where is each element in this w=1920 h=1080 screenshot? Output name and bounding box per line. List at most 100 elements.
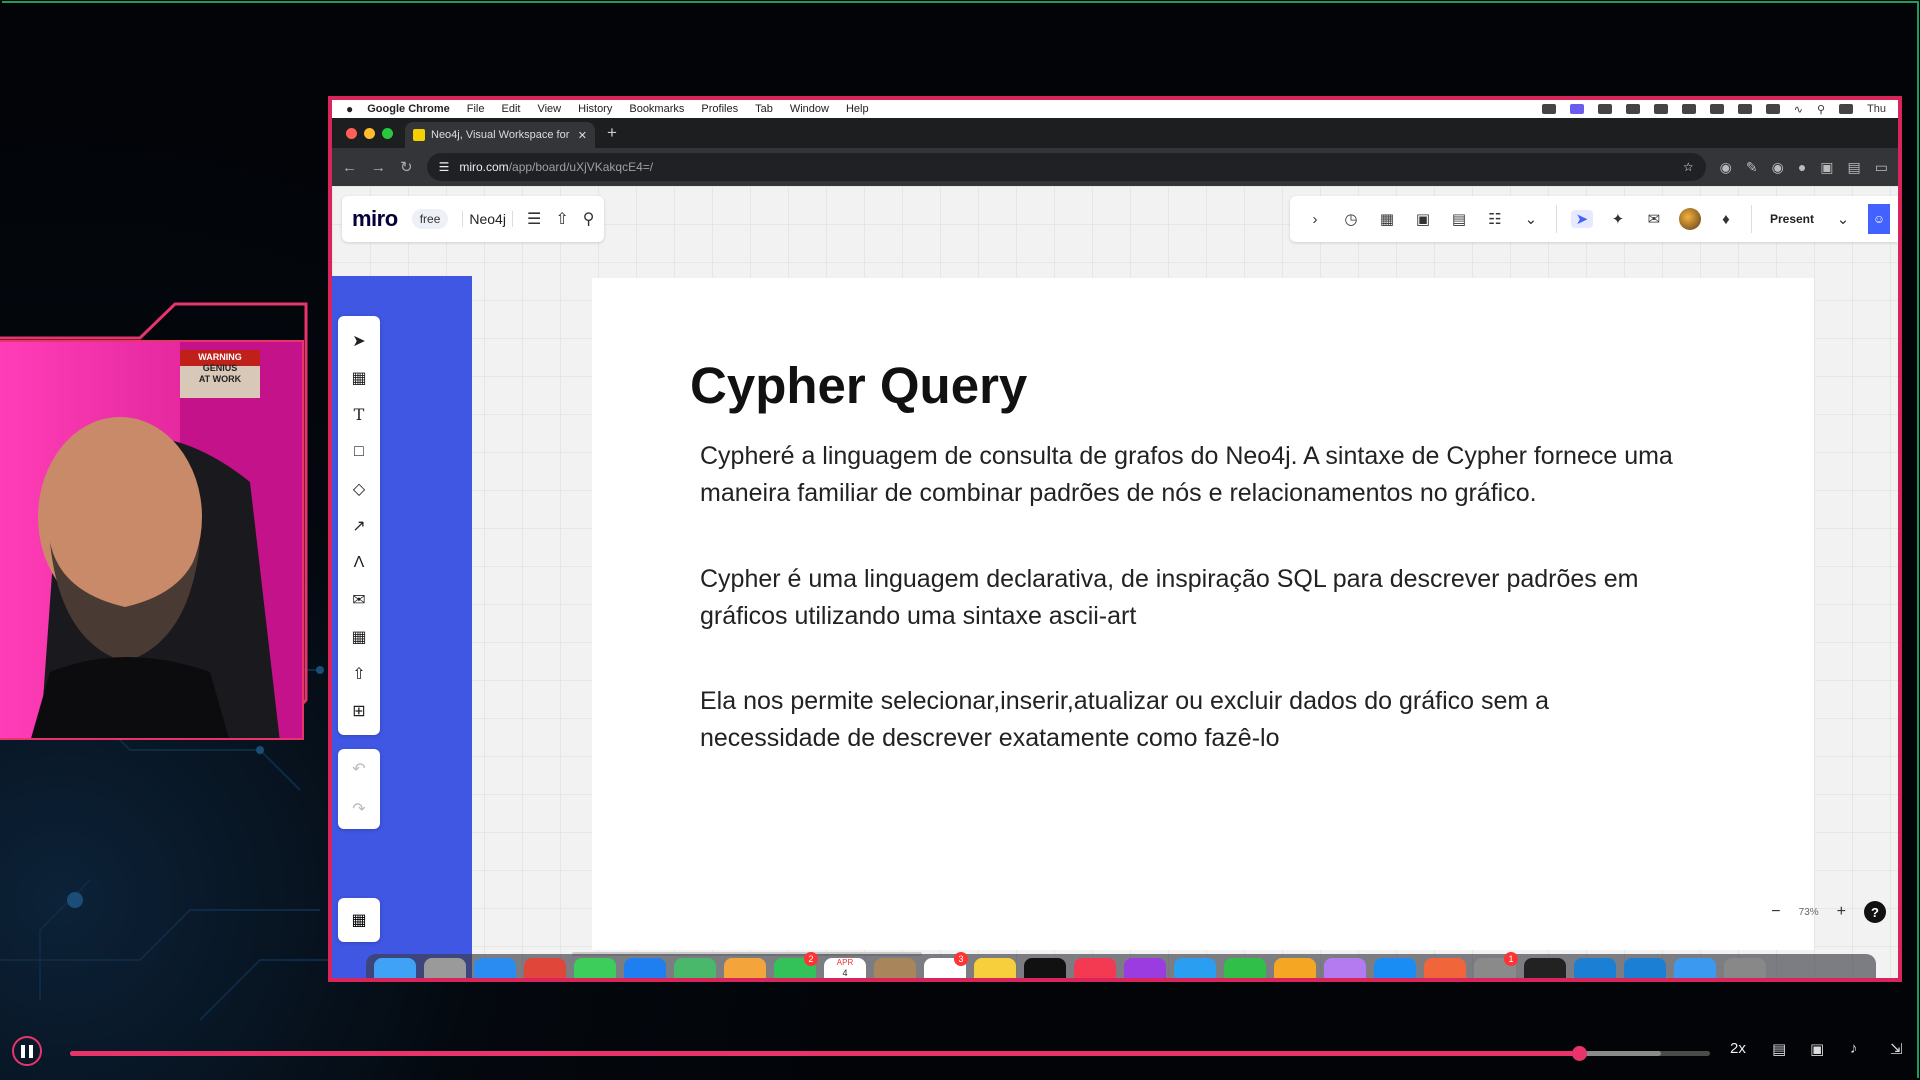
bell-icon[interactable]: ♦ — [1715, 211, 1737, 228]
downloads-folder-icon[interactable] — [1674, 958, 1716, 978]
keynote-icon[interactable] — [1174, 958, 1216, 978]
menu-history[interactable]: History — [578, 103, 612, 115]
status-icon[interactable] — [1681, 104, 1696, 114]
menu-bookmarks[interactable]: Bookmarks — [629, 103, 684, 115]
paragraph-2[interactable]: Cypher é uma linguagem declarativa, de i… — [700, 561, 1800, 635]
status-icon[interactable] — [1625, 104, 1640, 114]
zoom-out-icon[interactable]: − — [1771, 903, 1780, 921]
photos-icon[interactable] — [724, 958, 766, 978]
status-icon[interactable] — [1709, 104, 1724, 114]
slide-frame[interactable]: Cypher Query Cypheré a linguagem de cons… — [592, 278, 1814, 950]
comment-tool-icon[interactable]: ✉ — [343, 581, 375, 618]
forward-icon[interactable]: → — [371, 159, 386, 176]
frames-button[interactable]: ▦ — [338, 898, 380, 942]
apple-tv-icon[interactable] — [1024, 958, 1066, 978]
menubar-clock[interactable]: Thu — [1867, 103, 1886, 115]
site-info-icon[interactable]: ☰ — [439, 160, 450, 174]
puzzle-icon[interactable]: ▣ — [1820, 159, 1833, 176]
apple-icon[interactable]: ● — [346, 102, 353, 116]
menu-tab[interactable]: Tab — [755, 103, 773, 115]
slide-title[interactable]: Cypher Query — [690, 356, 1027, 415]
plan-badge[interactable]: free — [411, 209, 449, 229]
redo-icon[interactable]: ↷ — [352, 799, 365, 819]
vscode-insiders-icon[interactable] — [1624, 958, 1666, 978]
numbers-icon[interactable] — [1224, 958, 1266, 978]
card-icon[interactable]: ▤ — [1448, 210, 1470, 228]
shapes-icon[interactable]: ◇ — [343, 470, 375, 507]
side-panel-icon[interactable]: ▭ — [1875, 159, 1888, 176]
extension-icon[interactable]: ◉ — [1720, 159, 1732, 176]
trash-icon[interactable] — [1724, 958, 1766, 978]
attention-icon[interactable]: ▣ — [1412, 210, 1434, 228]
menu-view[interactable]: View — [537, 103, 561, 115]
board-name[interactable]: Neo4j — [462, 211, 513, 227]
pen-extension-icon[interactable]: ✎ — [1746, 159, 1758, 176]
playback-speed[interactable]: 2x — [1730, 1040, 1746, 1057]
bookmark-star-icon[interactable]: ☆ — [1683, 160, 1694, 174]
pause-button[interactable] — [12, 1036, 42, 1066]
feather-app-icon[interactable] — [1324, 958, 1366, 978]
music-icon[interactable] — [1074, 958, 1116, 978]
pages-icon[interactable] — [1274, 958, 1316, 978]
notes-app-icon[interactable] — [974, 958, 1016, 978]
status-icon[interactable] — [1653, 104, 1668, 114]
close-tab-icon[interactable]: ✕ — [578, 129, 587, 142]
safari-icon[interactable] — [474, 958, 516, 978]
help-icon[interactable]: ? — [1864, 901, 1886, 923]
miro-board-canvas[interactable]: miro free Neo4j ☰ ⇧ ⚲ › ◷ ▦ ▣ ▤ ☷ ⌄ ➤ ✦ … — [332, 186, 1898, 978]
share-button[interactable]: ☺ — [1868, 204, 1890, 234]
zoom-window-icon[interactable] — [382, 128, 393, 139]
facetime-icon[interactable]: 2 — [774, 952, 818, 978]
system-settings-icon[interactable]: 1 — [1474, 952, 1518, 978]
podcasts-icon[interactable] — [1124, 958, 1166, 978]
templates-icon[interactable]: ▦ — [343, 359, 375, 396]
swift-app-icon[interactable] — [1424, 958, 1466, 978]
arrow-tool-icon[interactable]: ↗ — [343, 507, 375, 544]
paragraph-1[interactable]: Cypheré a linguagem de consulta de grafo… — [700, 438, 1800, 512]
miro-logo[interactable]: miro — [352, 206, 398, 232]
menu-icon[interactable]: ☰ — [527, 209, 541, 229]
control-center-icon[interactable] — [1839, 104, 1854, 114]
voting-icon[interactable]: ▦ — [1376, 210, 1398, 228]
volume-icon[interactable]: ♪ — [1850, 1040, 1858, 1057]
expand-chevron-icon[interactable]: › — [1304, 211, 1326, 228]
comments-icon[interactable]: ✉ — [1643, 210, 1665, 228]
app-store-icon[interactable] — [1374, 958, 1416, 978]
extension-icon[interactable]: ● — [1798, 159, 1806, 175]
terminal-icon[interactable] — [1524, 958, 1566, 978]
text-tool-icon[interactable]: T — [343, 396, 375, 433]
more-tools-icon[interactable]: ⊞ — [343, 692, 375, 729]
launchpad-icon[interactable] — [424, 958, 466, 978]
menu-help[interactable]: Help — [846, 103, 869, 115]
menu-edit[interactable]: Edit — [502, 103, 521, 115]
zoom-level[interactable]: 73% — [1799, 907, 1819, 918]
miniplayer-icon[interactable]: ▣ — [1810, 1040, 1824, 1058]
frame-tool-icon[interactable]: ▦ — [343, 618, 375, 655]
browser-tab[interactable]: Neo4j, Visual Workspace for I ✕ — [405, 122, 595, 148]
timer-icon[interactable]: ◷ — [1340, 210, 1362, 228]
present-button[interactable]: Present — [1766, 212, 1818, 226]
search-icon[interactable]: ⚲ — [583, 209, 595, 229]
reactions-cursor-icon[interactable]: ➤ — [1570, 210, 1593, 228]
vscode-icon[interactable] — [1574, 958, 1616, 978]
menu-profiles[interactable]: Profiles — [701, 103, 738, 115]
upload-icon[interactable]: ⇧ — [343, 655, 375, 692]
status-icon[interactable] — [1541, 104, 1556, 114]
celebrate-icon[interactable]: ✦ — [1607, 210, 1629, 228]
finder-icon[interactable] — [374, 958, 416, 978]
tab-search-icon[interactable]: ▤ — [1848, 159, 1861, 176]
export-icon[interactable]: ⇧ — [555, 209, 568, 229]
wifi-icon[interactable]: ∿ — [1794, 103, 1803, 116]
chrome-icon[interactable] — [524, 958, 566, 978]
user-avatar[interactable] — [1678, 208, 1701, 230]
menu-file[interactable]: File — [467, 103, 485, 115]
present-chevron-icon[interactable]: ⌄ — [1832, 210, 1854, 228]
select-tool-icon[interactable]: ➤ — [343, 322, 375, 359]
more-chevron-icon[interactable]: ⌄ — [1520, 210, 1542, 228]
menu-window[interactable]: Window — [790, 103, 829, 115]
video-progress-bar[interactable] — [70, 1046, 1710, 1061]
close-window-icon[interactable] — [346, 128, 357, 139]
back-icon[interactable]: ← — [342, 159, 357, 176]
undo-icon[interactable]: ↶ — [352, 759, 365, 779]
paragraph-3[interactable]: Ela nos permite selecionar,inserir,atual… — [700, 683, 1800, 757]
